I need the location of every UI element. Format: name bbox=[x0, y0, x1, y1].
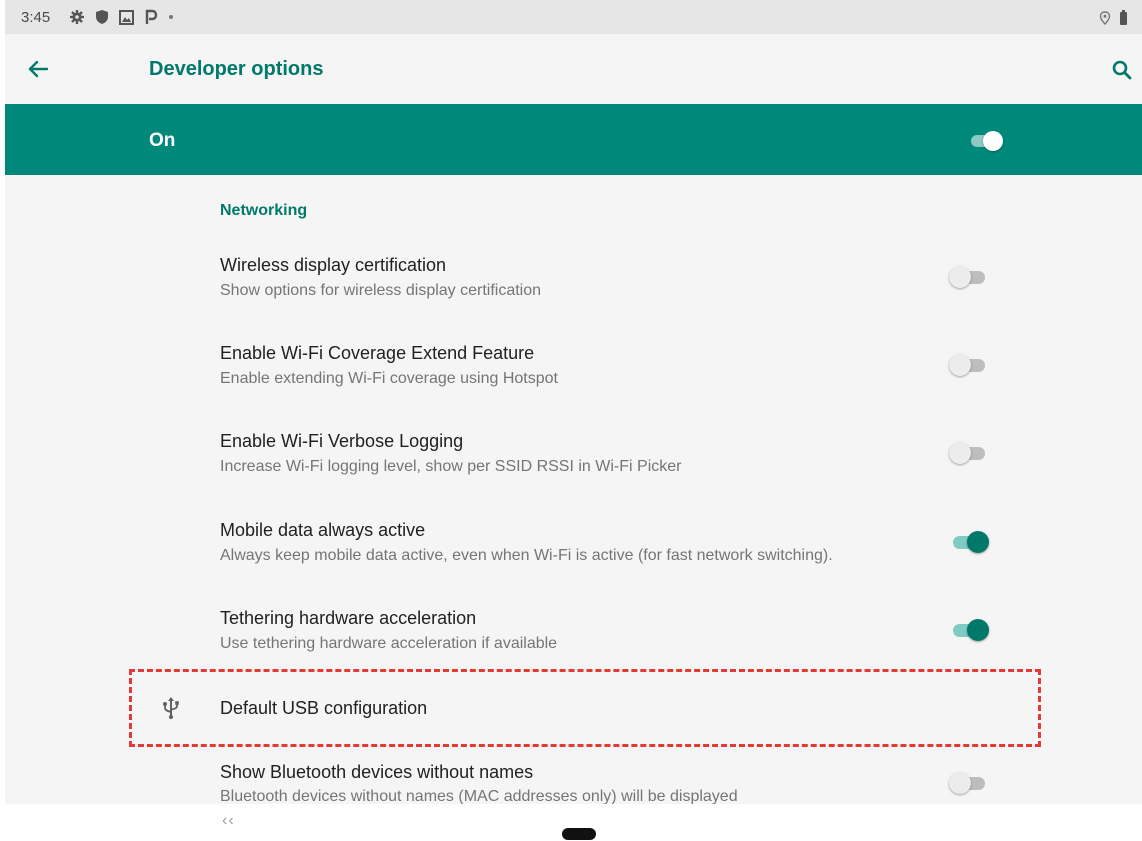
status-bar: 3:45 bbox=[5, 0, 1142, 34]
status-time: 3:45 bbox=[21, 9, 51, 26]
setting-subtitle: Show options for wireless display certif… bbox=[220, 282, 542, 299]
status-system-icons bbox=[1099, 10, 1128, 25]
setting-wifi-verbose-logging[interactable]: Enable Wi-Fi Verbose Logging Increase Wi… bbox=[5, 414, 1142, 502]
status-notification-icons bbox=[69, 9, 174, 25]
location-icon bbox=[1099, 10, 1111, 25]
master-toggle-thumb bbox=[983, 131, 1003, 151]
setting-wifi-coverage-extend[interactable]: Enable Wi-Fi Coverage Extend Feature Ena… bbox=[5, 326, 1142, 414]
setting-title: Mobile data always active bbox=[220, 520, 426, 540]
toggle-switch[interactable] bbox=[949, 529, 989, 555]
toggle-switch[interactable] bbox=[949, 352, 989, 378]
setting-wireless-display-certification[interactable]: Wireless display certification Show opti… bbox=[5, 238, 1142, 326]
setting-subtitle: Increase Wi-Fi logging level, show per S… bbox=[220, 458, 682, 475]
setting-subtitle: Enable extending Wi-Fi coverage using Ho… bbox=[220, 370, 558, 387]
setting-title: Show Bluetooth devices without names bbox=[220, 762, 534, 782]
nav-back-button[interactable]: ‹‹ bbox=[222, 812, 235, 830]
search-button[interactable] bbox=[1108, 56, 1136, 84]
toggle-switch[interactable] bbox=[949, 264, 989, 290]
search-icon bbox=[1112, 60, 1132, 80]
setting-title: Wireless display certification bbox=[220, 255, 447, 275]
shield-icon bbox=[96, 10, 108, 24]
notification-dot-icon bbox=[169, 15, 173, 19]
battery-icon bbox=[1120, 10, 1127, 25]
master-switch-label: On bbox=[149, 130, 176, 151]
settings-gear-icon bbox=[70, 10, 84, 24]
home-pill-icon[interactable] bbox=[562, 828, 596, 840]
page-title: Developer options bbox=[149, 58, 324, 80]
setting-title: Default USB configuration bbox=[220, 698, 428, 718]
toggle-switch[interactable] bbox=[949, 770, 989, 796]
arrow-back-icon bbox=[28, 60, 49, 78]
settings-screen: 3:45 Developer options On Networking Wir… bbox=[5, 0, 1142, 804]
toggle-switch[interactable] bbox=[949, 440, 989, 466]
setting-title: Tethering hardware acceleration bbox=[220, 608, 477, 628]
parking-p-icon bbox=[145, 9, 158, 24]
usb-icon bbox=[163, 697, 179, 719]
toggle-switch[interactable] bbox=[949, 617, 989, 643]
setting-subtitle: Bluetooth devices without names (MAC add… bbox=[220, 788, 738, 804]
setting-subtitle: Always keep mobile data active, even whe… bbox=[220, 547, 833, 564]
setting-title: Enable Wi-Fi Verbose Logging bbox=[220, 431, 464, 451]
image-notification-icon bbox=[119, 9, 134, 25]
app-toolbar: Developer options bbox=[5, 34, 1142, 104]
master-switch-bar[interactable]: On bbox=[5, 104, 1142, 175]
setting-title: Enable Wi-Fi Coverage Extend Feature bbox=[220, 343, 535, 363]
setting-subtitle: Use tethering hardware acceleration if a… bbox=[220, 635, 558, 652]
back-button[interactable] bbox=[23, 54, 53, 84]
system-nav-bar: ‹‹ bbox=[0, 804, 1142, 841]
master-toggle[interactable] bbox=[969, 130, 1005, 152]
category-header: Networking bbox=[220, 202, 308, 219]
setting-mobile-data-always-active[interactable]: Mobile data always active Always keep mo… bbox=[5, 502, 1142, 590]
setting-bluetooth-devices-without-names[interactable]: Show Bluetooth devices without names Blu… bbox=[5, 746, 1142, 804]
setting-tethering-hw-acceleration[interactable]: Tethering hardware acceleration Use teth… bbox=[5, 590, 1142, 678]
